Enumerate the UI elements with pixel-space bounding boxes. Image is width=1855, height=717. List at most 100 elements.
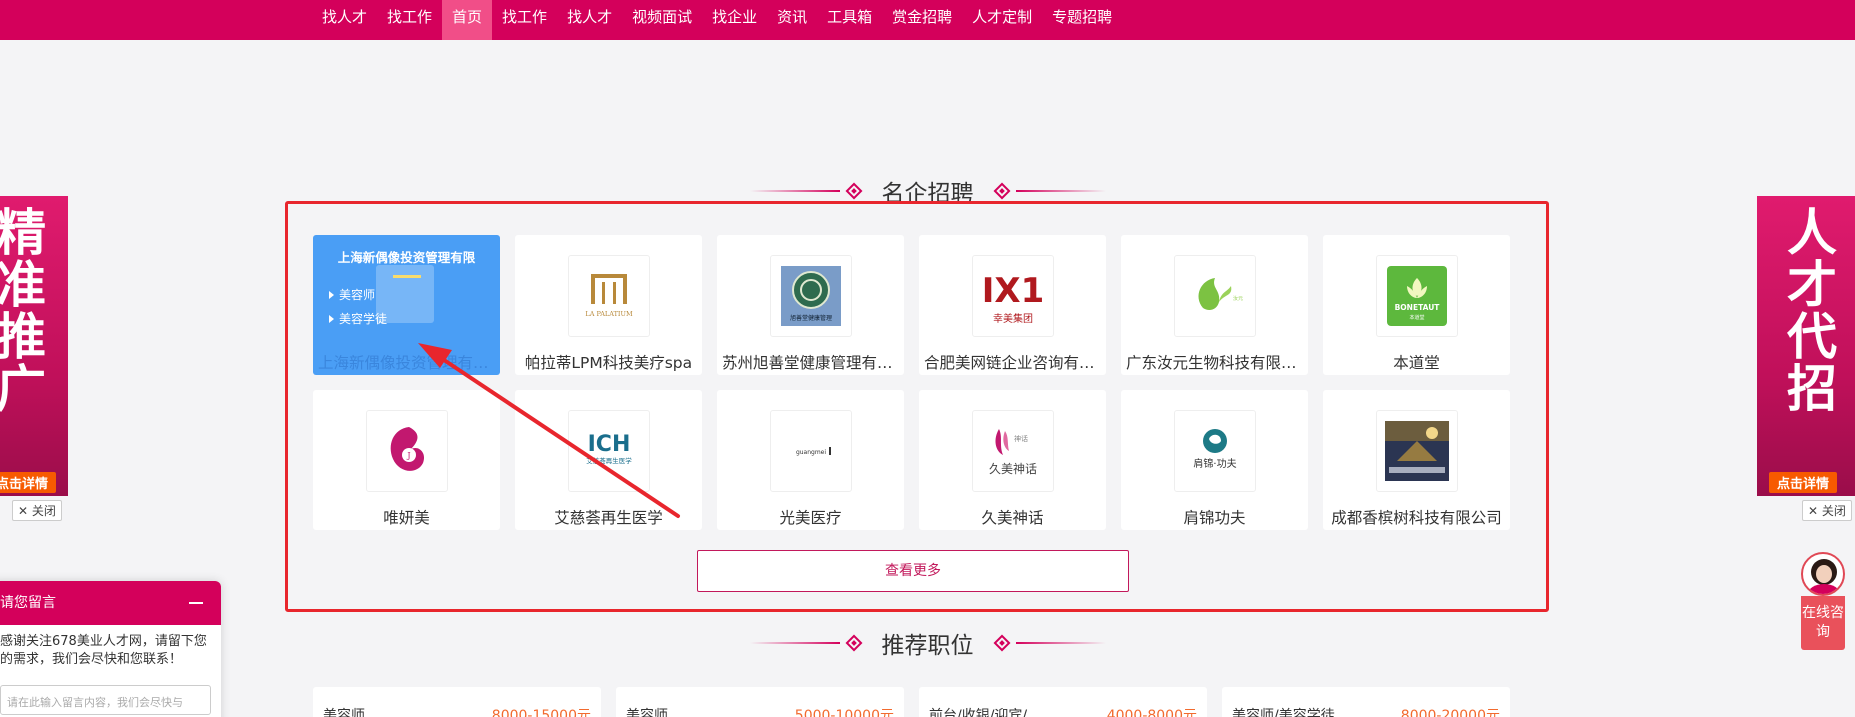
svg-text:BONETAUT: BONETAUT [1395, 303, 1441, 312]
right-ad-detail-button[interactable]: 点击详情 [1769, 472, 1838, 493]
title-diamond-left-icon [845, 634, 862, 652]
job-title: 美容师/美容学徒 [1232, 708, 1335, 717]
left-side-ad[interactable]: 精准推广 点击详情 [0, 196, 68, 496]
right-side-ad[interactable]: 人才代招 点击详情 [1757, 196, 1855, 496]
hover-company-title: 上海新偶像投资管理有限 [337, 250, 476, 265]
xushantang-logo: 旭善堂健康管理 [770, 255, 852, 337]
top-nav: 找人才 找工作 首页 找工作 找人才 视频面试 找企业 资讯 工具箱 赏金招聘 人才定制 专题招聘 [0, 0, 1855, 40]
nav-item[interactable]: 专题招聘 [1042, 0, 1122, 40]
jiumei-logo: 神话 久美神话 [972, 410, 1054, 492]
job-cards: 美容师 8000-15000元 美容师 5000-10000元 前台/收银/迎宾/400… [313, 687, 1510, 717]
title-diamond-left-icon [845, 182, 862, 200]
xingmei-group-logo: IX1 幸美集团 [972, 255, 1054, 337]
title-wing-left [749, 642, 840, 644]
left-ad-close-button[interactable]: ✕ 关闭 [12, 500, 62, 521]
online-consult-label: 在线咨询 [1801, 596, 1845, 650]
message-panel-text: 感谢关注678美业人才网，请留下您的需求，我们会尽快和您联系！ [0, 634, 207, 667]
title-wing-left [749, 190, 840, 192]
company-card[interactable]: LA PALATIUM 帕拉蒂LPM科技美疗spa [515, 235, 702, 375]
company-name: 苏州旭善堂健康管理有限公司 [722, 354, 904, 372]
company-card[interactable]: IX1 幸美集团合肥美网链企业咨询有限公司 [919, 235, 1106, 375]
job-salary: 5000-10000元 [794, 708, 894, 717]
more-button[interactable]: 查看更多 [697, 550, 1129, 592]
company-card[interactable]: 成都香槟树科技有限公司 [1323, 390, 1510, 530]
weiyanmei-logo: J [366, 410, 448, 492]
company-name: 光美医疗 [779, 509, 842, 527]
company-name: 艾慈荟再生医学 [554, 509, 663, 527]
svg-text:J: J [406, 451, 410, 460]
company-card[interactable]: 旭善堂健康管理苏州旭善堂健康管理有限公司 [717, 235, 904, 375]
company-card[interactable]: 上海新偶像投资管理有限美容师 美容学徒上海新偶像投资管理有限公司 [313, 235, 500, 375]
nav-item[interactable]: 找人才 [557, 0, 622, 40]
message-input[interactable]: 请在此输入留言内容，我们会尽快与 [0, 685, 211, 715]
page: 找人才 找工作 首页 找工作 找人才 视频面试 找企业 资讯 工具箱 赏金招聘 人才定制 专题招聘 名… [0, 0, 1855, 717]
nav-item[interactable]: 资讯 [767, 0, 817, 40]
nav-item[interactable]: 找工作 [377, 0, 442, 40]
svg-text:神话: 神话 [1014, 434, 1028, 443]
consultant-avatar [1801, 552, 1845, 596]
hover-job-list: 美容师 美容学徒 [329, 283, 387, 331]
job-salary: 8000-20000元 [1400, 708, 1500, 717]
message-panel: 请您留言 感谢关注678美业人才网，请留下您的需求，我们会尽快和您联系！ 请在此… [0, 581, 221, 717]
nav-item[interactable]: 首页 [442, 0, 493, 40]
company-card[interactable]: 肩锦·功夫 肩锦功夫 [1121, 390, 1308, 530]
svg-text:本道堂: 本道堂 [1409, 314, 1424, 321]
job-card[interactable]: 美容师/美容学徒 8000-20000元 [1222, 687, 1510, 717]
bonetaut-logo: BONETAUT 本道堂 [1376, 255, 1458, 337]
company-card[interactable]: 神话 久美神话 久美神话 [919, 390, 1106, 530]
job-card[interactable]: 前台/收银/迎宾/4000-8000元 [919, 687, 1207, 717]
title-diamond-right-icon [993, 182, 1010, 200]
recommend-section-title: 推荐职位 [0, 626, 1855, 660]
xiangbinshu-logo [1376, 410, 1458, 492]
nav-item[interactable]: 赏金招聘 [882, 0, 962, 40]
svg-text:IX1: IX1 [982, 271, 1045, 311]
svg-text:汝元: 汝元 [1233, 295, 1243, 302]
la-palatium-logo: LA PALATIUM [568, 255, 650, 337]
nav-item[interactable]: 视频面试 [622, 0, 702, 40]
company-card[interactable]: ICH 艾慈荟再生医学 艾慈荟再生医学 [515, 390, 702, 530]
job-card[interactable]: 美容师 5000-10000元 [616, 687, 904, 717]
jianjin-logo: 肩锦·功夫 [1174, 410, 1256, 492]
title-diamond-right-icon [993, 634, 1010, 652]
hover-job-item[interactable]: 美容师 [329, 283, 387, 307]
svg-text:ICH: ICH [588, 432, 631, 457]
svg-text:guangmei: guangmei [796, 449, 826, 456]
svg-text:幸美集团: 幸美集团 [993, 312, 1033, 325]
nav-item[interactable]: 找人才 [312, 0, 377, 40]
online-consult-button[interactable]: 在线咨询 [1801, 552, 1845, 650]
company-name: 合肥美网链企业咨询有限公司 [924, 354, 1106, 372]
title-wing-right [1015, 190, 1106, 192]
company-card[interactable]: J 唯妍美 [313, 390, 500, 530]
svg-text:艾慈荟再生医学: 艾慈荟再生医学 [586, 456, 632, 465]
message-panel-title: 请您留言 [0, 595, 56, 611]
svg-text:LA PALATIUM: LA PALATIUM [585, 310, 633, 318]
hover-job-item[interactable]: 美容学徒 [329, 307, 387, 331]
job-salary: 4000-8000元 [1106, 708, 1197, 717]
job-title: 美容师 [626, 708, 668, 717]
job-title: 美容师 [323, 708, 365, 717]
svg-text:旭善堂健康管理: 旭善堂健康管理 [790, 314, 832, 322]
nav-item[interactable]: 找工作 [492, 0, 557, 40]
job-card[interactable]: 美容师 8000-15000元 [313, 687, 601, 717]
recommend-title-text: 推荐职位 [881, 633, 974, 659]
message-panel-header: 请您留言 [0, 581, 221, 625]
company-card[interactable]: BONETAUT 本道堂 本道堂 [1323, 235, 1510, 375]
nav-list: 找人才 找工作 首页 找工作 找人才 视频面试 找企业 资讯 工具箱 赏金招聘 人才定制 专题招聘 [312, 0, 1122, 40]
right-ad-close-button[interactable]: ✕ 关闭 [1802, 500, 1852, 521]
nav-item[interactable]: 找企业 [702, 0, 767, 40]
left-ad-detail-button[interactable]: 点击详情 [0, 472, 57, 493]
company-name: 唯妍美 [383, 509, 430, 527]
nav-item[interactable]: 人才定制 [962, 0, 1042, 40]
ich-logo: ICH 艾慈荟再生医学 [568, 410, 650, 492]
company-name: 成都香槟树科技有限公司 [1331, 509, 1502, 527]
company-card[interactable]: 汝元 广东汝元生物科技有限公司 [1121, 235, 1308, 375]
nav-item[interactable]: 工具箱 [817, 0, 882, 40]
guangmei-logo: guangmei [770, 410, 852, 492]
company-card[interactable]: guangmei 光美医疗 [717, 390, 904, 530]
company-name: 上海新偶像投资管理有限公司 [318, 354, 500, 372]
right-ad-text: 人才代招 [1779, 206, 1838, 414]
company-grid: 上海新偶像投资管理有限 美容师 美容学徒 上海新偶像投资管理有限公司 LA PALATI… [313, 235, 1511, 530]
ruyuan-logo: 汝元 [1174, 255, 1256, 337]
minimize-icon[interactable] [189, 602, 203, 604]
job-title: 前台/收银/迎宾/ [929, 708, 1028, 717]
